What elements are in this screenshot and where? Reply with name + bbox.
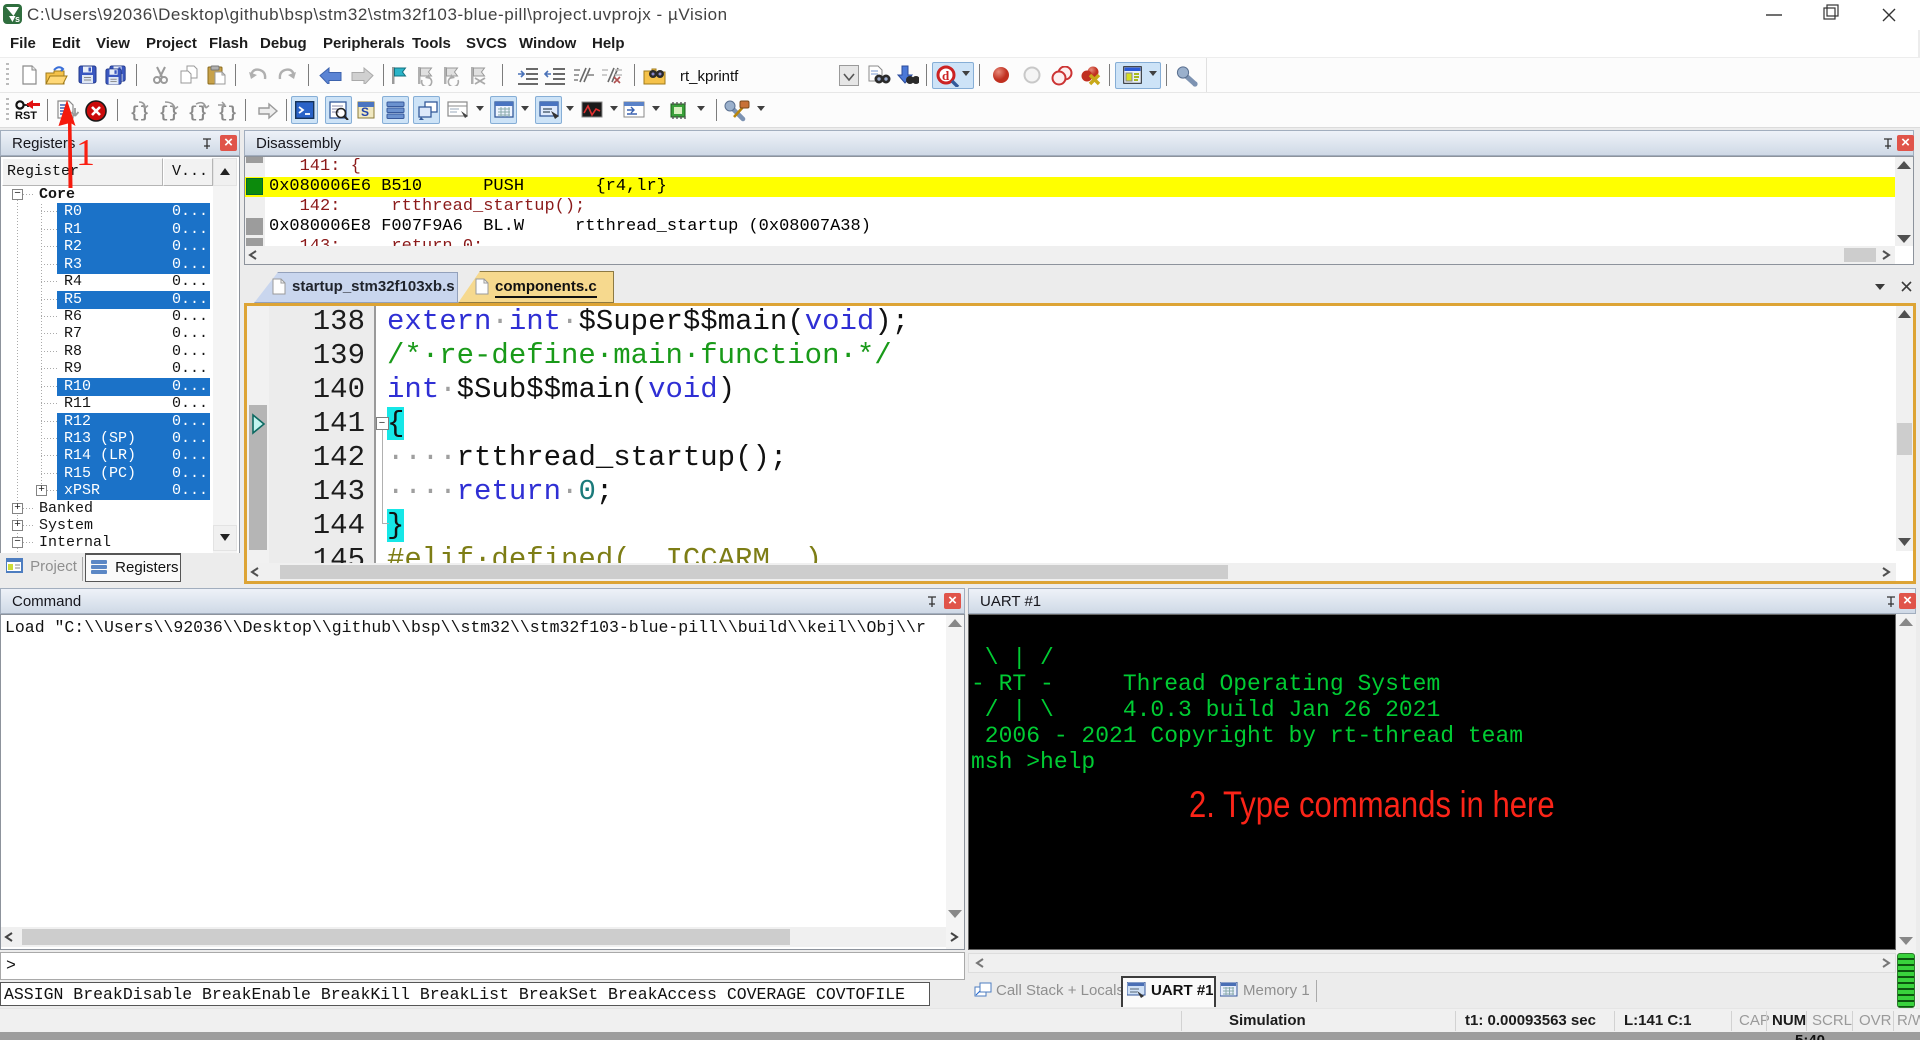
svg-text:d: d	[942, 68, 950, 83]
svg-text:s: s	[15, 14, 20, 24]
svg-text:{}: {}	[218, 104, 237, 122]
svg-text:S: S	[361, 105, 369, 119]
svg-text:{}: {}	[159, 104, 178, 122]
